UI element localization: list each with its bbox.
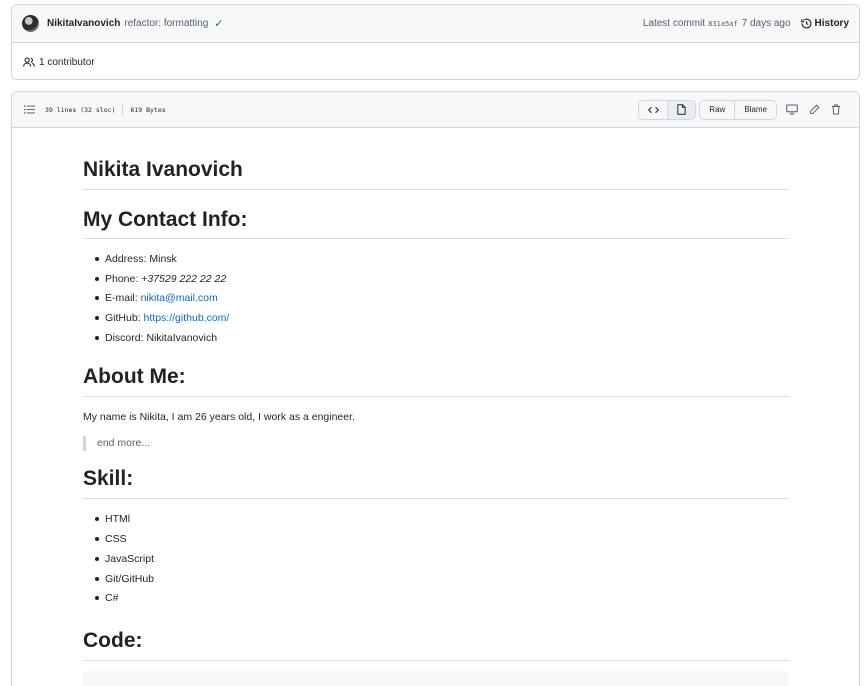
file-icon xyxy=(677,104,686,115)
file-size: 619 Bytes xyxy=(130,105,166,114)
contributors-label: 1 contributor xyxy=(39,56,95,68)
github-link[interactable]: https://github.com/ xyxy=(144,312,230,324)
commit-sha[interactable]: 831a5af xyxy=(708,20,738,28)
commit-time: 7 days ago xyxy=(741,18,791,29)
contact-github: GitHub: https://github.com/ xyxy=(83,312,788,332)
preview-view-button[interactable] xyxy=(667,100,696,119)
delete-button[interactable] xyxy=(825,100,847,120)
about-heading: About Me: xyxy=(83,365,788,398)
display-source-button[interactable] xyxy=(781,100,803,120)
desktop-icon xyxy=(786,104,798,115)
history-button[interactable]: History xyxy=(800,18,849,29)
edit-button[interactable] xyxy=(803,100,825,120)
file-header: 39 lines (32 sloc) 619 Bytes Raw Blame xyxy=(12,92,859,128)
list-item: C# xyxy=(83,592,788,612)
commit-author[interactable]: NikitaIvanovich xyxy=(47,18,120,29)
code-heading: Code: xyxy=(83,629,788,661)
contributors-row[interactable]: 1 contributor xyxy=(12,43,859,79)
avatar[interactable] xyxy=(22,15,39,32)
skill-heading: Skill: xyxy=(83,467,788,500)
pencil-icon xyxy=(809,104,819,114)
list-item: CSS xyxy=(83,533,788,553)
email-link[interactable]: nikita@mail.com xyxy=(141,292,218,304)
latest-commit-label: Latest commit xyxy=(642,18,706,29)
list-item: Git/GitHub xyxy=(83,573,788,593)
people-icon xyxy=(23,57,35,67)
skill-list: HTMl CSS JavaScript Git/GitHub C# xyxy=(83,513,788,611)
list-item: JavaScript xyxy=(83,553,788,573)
commit-box: NikitaIvanovich refactor: formatting ✓ L… xyxy=(11,4,860,80)
code-icon xyxy=(647,106,659,113)
code-view-button[interactable] xyxy=(639,100,668,119)
file-box: 39 lines (32 sloc) 619 Bytes Raw Blame N… xyxy=(11,91,860,686)
contact-email: E-mail: nikita@mail.com xyxy=(83,292,788,312)
check-icon[interactable]: ✓ xyxy=(214,17,223,30)
raw-blame-group: Raw Blame xyxy=(699,99,777,120)
history-label: History xyxy=(814,18,849,29)
contact-discord: Discord: NikitaIvanovich xyxy=(83,332,788,352)
contact-list: Address: Minsk Phone: +37529 222 22 22 E… xyxy=(83,253,788,351)
raw-button[interactable]: Raw xyxy=(700,100,735,119)
blockquote: end more... xyxy=(83,436,788,452)
contact-heading: My Contact Info: xyxy=(83,208,788,239)
name-heading: Nikita Ivanovich xyxy=(83,158,788,190)
readme-content: Nikita Ivanovich My Contact Info: Addres… xyxy=(12,158,859,686)
file-lines: 39 lines (32 sloc) xyxy=(45,105,116,114)
list-icon[interactable] xyxy=(24,105,35,114)
trash-icon xyxy=(831,104,841,115)
list-item: HTMl xyxy=(83,513,788,533)
about-text: My name is Nikita, I am 26 years old, I … xyxy=(83,411,355,424)
history-icon xyxy=(800,18,811,29)
contact-address: Address: Minsk xyxy=(83,253,788,273)
commit-message[interactable]: refactor: formatting xyxy=(124,18,208,29)
blame-button[interactable]: Blame xyxy=(734,100,776,119)
view-toggle xyxy=(638,99,697,120)
contact-phone: Phone: +37529 222 22 22 xyxy=(83,273,788,293)
code-block xyxy=(83,670,788,686)
header-divider xyxy=(122,103,124,116)
latest-commit-row: NikitaIvanovich refactor: formatting ✓ L… xyxy=(12,5,859,43)
